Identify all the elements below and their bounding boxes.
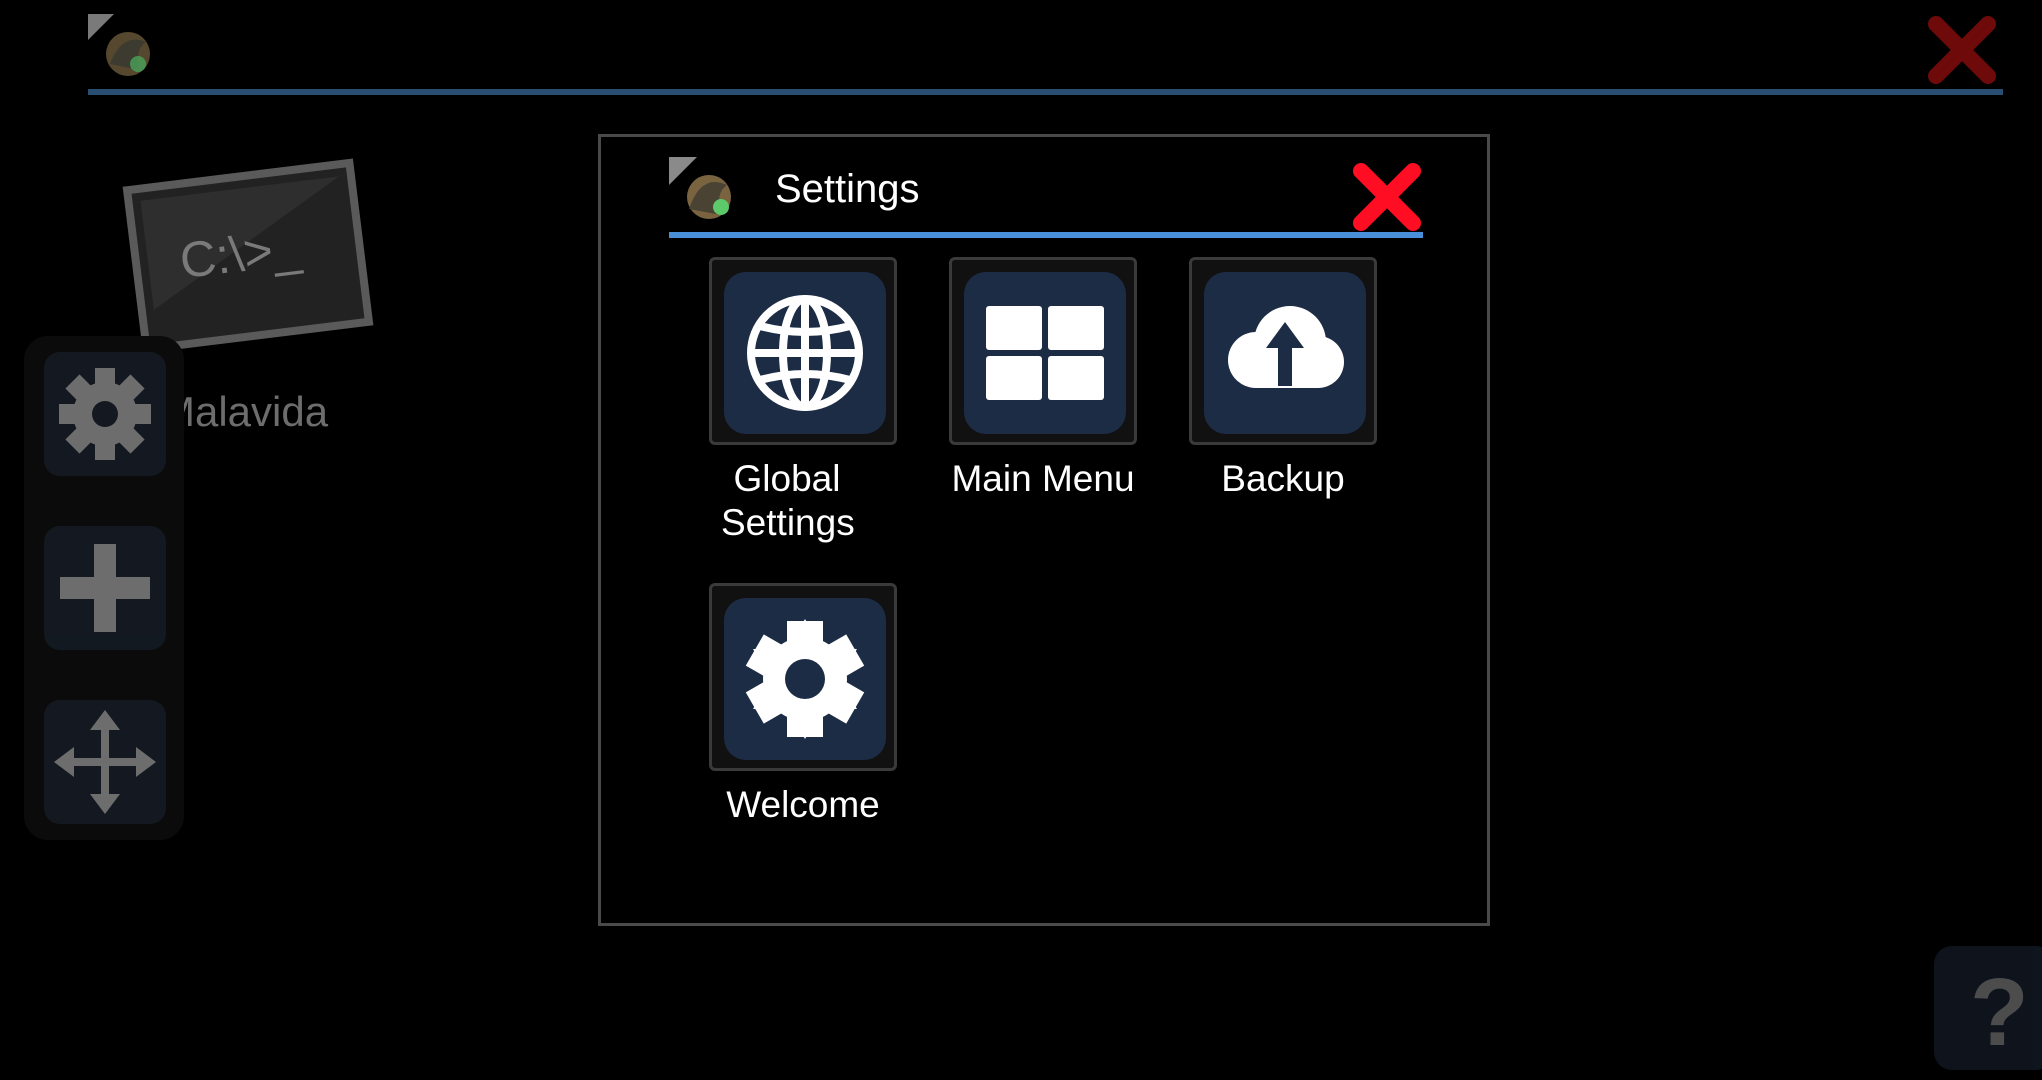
gear-icon <box>745 619 865 739</box>
help-label: ? <box>1970 959 2029 1066</box>
settings-dialog: Settings Global Settings Main Menu Backu… <box>598 134 1490 926</box>
tile-label: Global Settings <box>721 458 855 543</box>
dialog-title: Settings <box>775 167 920 211</box>
settings-tool-button[interactable] <box>44 352 166 476</box>
tile-frame <box>709 257 897 445</box>
add-tool-button[interactable] <box>44 526 166 650</box>
dialog-title-divider <box>669 232 1423 238</box>
app-logo-icon <box>669 157 739 227</box>
plus-icon <box>60 544 150 632</box>
cloud-upload-icon <box>1228 306 1344 388</box>
side-toolbar <box>24 336 184 840</box>
terminal-icon[interactable]: C:\>_ <box>118 148 378 363</box>
screen: C:\>_ Malavida ? Settings Global Setting… <box>0 0 2042 1080</box>
top-bar-divider <box>88 89 2003 95</box>
close-button[interactable] <box>1351 161 1423 233</box>
shortcut-label: Malavida <box>160 388 329 435</box>
tile-frame <box>1189 257 1377 445</box>
grid-icon <box>986 306 1104 400</box>
close-icon[interactable] <box>1926 14 1998 86</box>
app-logo-icon[interactable] <box>88 14 160 84</box>
tile-icon-bg <box>1204 272 1366 434</box>
close-icon <box>1353 163 1421 231</box>
move-icon <box>54 710 156 814</box>
tile-icon-bg <box>724 598 886 760</box>
move-tool-button[interactable] <box>44 700 166 824</box>
tile-label: Welcome <box>726 784 880 825</box>
tile-frame <box>949 257 1137 445</box>
tile-icon-bg <box>964 272 1126 434</box>
tile-frame <box>709 583 897 771</box>
tile-label: Backup <box>1221 458 1345 499</box>
help-button[interactable]: ? <box>1934 946 2042 1070</box>
globe-icon <box>747 295 863 411</box>
tile-icon-bg <box>724 272 886 434</box>
tile-label: Main Menu <box>951 458 1135 499</box>
gear-icon <box>59 368 151 460</box>
